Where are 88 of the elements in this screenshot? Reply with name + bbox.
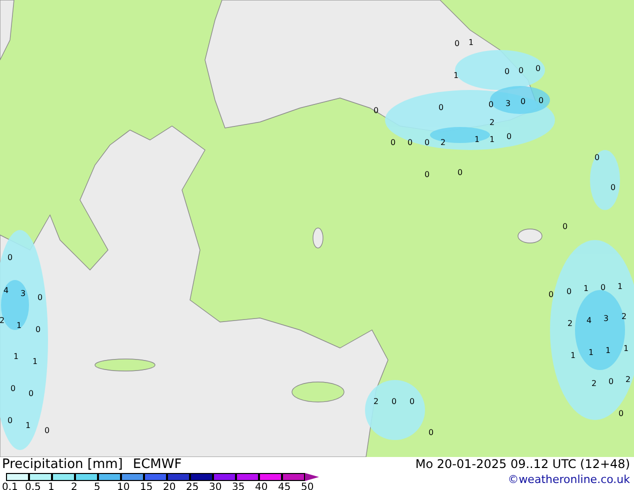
precipitation-value: 0 xyxy=(454,39,460,48)
precipitation-value: 1 xyxy=(605,346,611,355)
precipitation-value: 1 xyxy=(16,321,22,330)
precipitation-value: 0 xyxy=(407,138,413,147)
precipitation-value: 0 xyxy=(390,138,396,147)
legend-label: 0.5 xyxy=(25,482,41,490)
heavier-precipitation-area xyxy=(430,127,490,143)
heavier-precipitation-area xyxy=(490,86,550,114)
precipitation-value: 1 xyxy=(25,421,31,430)
precipitation-value: 0 xyxy=(618,409,624,418)
precipitation-value: 0 xyxy=(600,283,606,292)
precipitation-area xyxy=(590,150,620,210)
precipitation-value: 0 xyxy=(44,426,50,435)
precipitation-value: 0 xyxy=(520,97,526,106)
valid-time: Mo 20-01-2025 09..12 UTC (12+48) xyxy=(415,458,630,470)
legend-label: 15 xyxy=(140,482,153,490)
precipitation-value: 2 xyxy=(621,312,627,321)
precipitation-value: 1 xyxy=(570,351,576,360)
legend-label: 50 xyxy=(301,482,314,490)
legend-label: 2 xyxy=(71,482,78,490)
precipitation-value: 0 xyxy=(37,293,43,302)
legend-label: 20 xyxy=(163,482,176,490)
precipitation-area xyxy=(365,380,425,440)
precipitation-value: 1 xyxy=(474,135,480,144)
precipitation-value: 0 xyxy=(504,67,510,76)
precipitation-value: 0 xyxy=(7,416,13,425)
precipitation-value: 1 xyxy=(617,282,623,291)
legend-title: Precipitation [mm] xyxy=(2,458,123,471)
precipitation-value: 2 xyxy=(489,118,495,127)
precipitation-value: 0 xyxy=(7,253,13,262)
precipitation-value: 2 xyxy=(373,397,379,406)
precipitation-value: 0 xyxy=(28,389,34,398)
precipitation-value: 0 xyxy=(518,66,524,75)
lake xyxy=(312,228,324,248)
precipitation-value: 0 xyxy=(10,384,16,393)
precipitation-value: 2 xyxy=(567,319,573,328)
legend-label: 35 xyxy=(232,482,245,490)
precipitation-value: 0 xyxy=(566,287,572,296)
precipitation-value: 1 xyxy=(583,284,589,293)
sea-area xyxy=(0,0,14,60)
precipitation-value: 2 xyxy=(625,375,631,384)
precipitation-value: 2 xyxy=(0,316,5,325)
legend-label: 5 xyxy=(94,482,100,490)
precipitation-value: 0 xyxy=(35,325,41,334)
lake xyxy=(518,228,542,244)
precipitation-value: 0 xyxy=(457,168,463,177)
legend-label: 45 xyxy=(278,482,291,490)
precipitation-value: 0 xyxy=(373,106,379,115)
precipitation-value: 0 xyxy=(535,64,541,73)
precipitation-value: 1 xyxy=(13,352,19,361)
precipitation-value: 4 xyxy=(586,316,592,325)
credit-link[interactable]: ©weatheronline.co.uk xyxy=(508,474,630,485)
precipitation-value: 0 xyxy=(608,377,614,386)
precipitation-value: 0 xyxy=(424,138,430,147)
precipitation-value: 0 xyxy=(488,100,494,109)
precipitation-value: 0 xyxy=(594,153,600,162)
precipitation-value: 3 xyxy=(603,314,609,323)
precipitation-value: 2 xyxy=(440,138,446,147)
precipitation-value: 0 xyxy=(506,132,512,141)
legend-label: 25 xyxy=(186,482,199,490)
island xyxy=(94,358,156,372)
island xyxy=(292,382,344,402)
precipitation-value: 3 xyxy=(505,99,511,108)
precipitation-value: 0 xyxy=(409,397,415,406)
legend-label: 1 xyxy=(48,482,54,490)
precipitation-value: 1 xyxy=(623,344,629,353)
precipitation-value: 1 xyxy=(468,38,474,47)
precipitation-value: 1 xyxy=(32,357,38,366)
model-name: ECMWF xyxy=(132,458,182,471)
legend-label: 10 xyxy=(117,482,130,490)
precipitation-value: 0 xyxy=(610,183,616,192)
precipitation-value: 0 xyxy=(424,170,430,179)
precipitation-value: 1 xyxy=(453,71,459,80)
precipitation-value: 0 xyxy=(428,428,434,437)
precipitation-value: 2 xyxy=(591,379,597,388)
precipitation-value: 3 xyxy=(20,289,26,298)
precipitation-value: 1 xyxy=(489,135,495,144)
precipitation-value: 0 xyxy=(391,397,397,406)
legend-label: 30 xyxy=(209,482,222,490)
precipitation-value: 0 xyxy=(548,290,554,299)
precipitation-value: 4 xyxy=(3,286,9,295)
precipitation-value: 0 xyxy=(562,222,568,231)
precipitation-value: 0 xyxy=(438,103,444,112)
precipitation-value: 1 xyxy=(588,348,594,357)
heavier-precipitation-area xyxy=(1,280,29,330)
legend-label: 0.1 xyxy=(2,482,18,490)
legend-label: 40 xyxy=(255,482,268,490)
precipitation-value: 0 xyxy=(538,96,544,105)
